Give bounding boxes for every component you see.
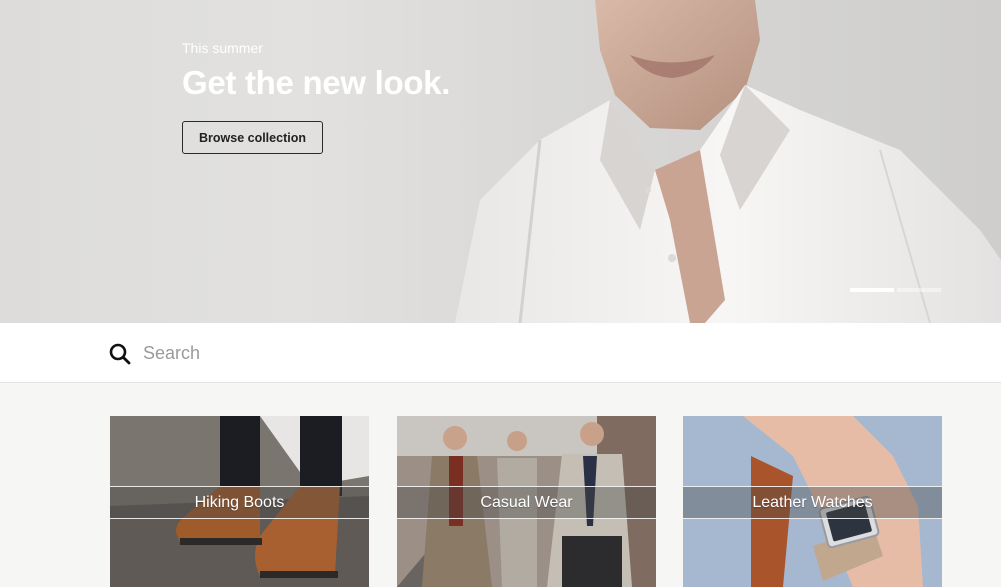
search-bar: [0, 323, 1001, 383]
hero-banner: This summer Get the new look. Browse col…: [0, 0, 1001, 323]
category-label-band: Leather Watches: [683, 486, 942, 519]
category-card-hiking-boots[interactable]: Hiking Boots: [110, 416, 369, 587]
slide-indicator: [850, 288, 941, 292]
browse-collection-button[interactable]: Browse collection: [182, 121, 323, 154]
slide-dot-2[interactable]: [897, 288, 941, 292]
category-label: Hiking Boots: [194, 493, 285, 511]
search-input[interactable]: [143, 337, 843, 369]
category-card-leather-watches[interactable]: Leather Watches: [683, 416, 942, 587]
hero-title: Get the new look.: [182, 64, 451, 101]
slide-dot-1[interactable]: [850, 288, 894, 292]
category-label-band: Casual Wear: [397, 486, 656, 519]
category-label: Leather Watches: [752, 493, 873, 511]
category-card-casual-wear[interactable]: Casual Wear: [397, 416, 656, 587]
category-label-band: Hiking Boots: [110, 486, 369, 519]
hero-image: [455, 0, 1001, 323]
search-icon[interactable]: [108, 342, 132, 366]
hero-kicker: This summer: [182, 40, 263, 56]
hero-copy: This summer Get the new look. Browse col…: [182, 40, 450, 154]
category-grid: Hiking Boots Casual Wear Leather Watches: [110, 416, 943, 587]
category-label: Casual Wear: [480, 493, 573, 511]
